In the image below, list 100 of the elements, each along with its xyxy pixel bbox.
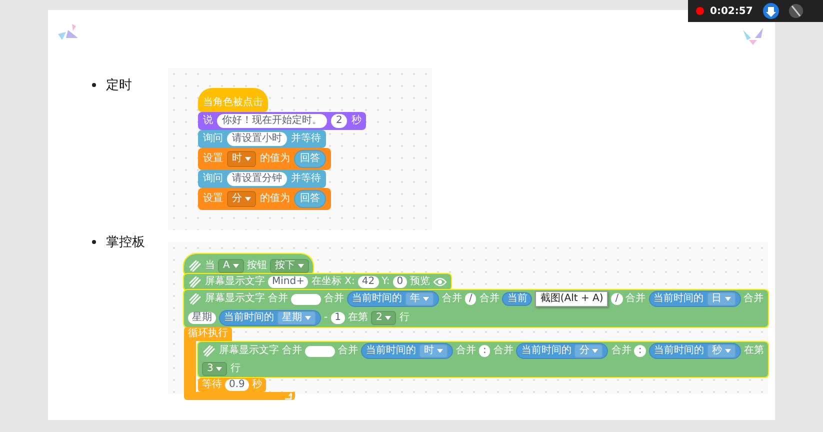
- input-field[interactable]: /: [611, 293, 623, 305]
- eye-icon[interactable]: [433, 277, 448, 287]
- recording-time: 0:02:57: [710, 6, 753, 16]
- caret-icon: [298, 264, 304, 268]
- block-label: 当: [205, 260, 215, 272]
- caret-icon: [245, 197, 251, 201]
- reporter-block[interactable]: 当前时间的 日: [648, 291, 741, 307]
- block-label: -: [324, 312, 328, 324]
- caret-icon: [305, 316, 311, 320]
- block-label: 屏幕显示文字: [205, 293, 265, 305]
- caret-icon: [423, 297, 429, 301]
- input-field[interactable]: 42: [358, 276, 379, 288]
- input-field[interactable]: [291, 294, 321, 304]
- block-label: 屏幕显示文字: [219, 345, 279, 357]
- dropdown[interactable]: 按下: [270, 259, 309, 273]
- input-field[interactable]: 请设置小时: [227, 132, 287, 146]
- block-label: 在坐标 X:: [311, 276, 355, 288]
- dropdown[interactable]: 分: [574, 344, 604, 358]
- caret-icon: [592, 349, 598, 353]
- reporter-block[interactable]: 当前时间的 时: [361, 343, 453, 359]
- reporter-block[interactable]: 回答: [294, 150, 326, 168]
- block-label: 行: [399, 312, 410, 324]
- input-field[interactable]: Mind+: [268, 276, 308, 288]
- dropdown[interactable]: 秒: [706, 344, 736, 358]
- input-field[interactable]: /: [465, 293, 476, 305]
- reporter-block[interactable]: 回答: [294, 190, 326, 208]
- block-label: 秒: [351, 114, 362, 128]
- input-field[interactable]: 0.9: [225, 379, 249, 391]
- bullet-text: 定时: [106, 77, 132, 94]
- caret-icon: [385, 316, 392, 320]
- block-label: 按钮: [246, 260, 267, 272]
- code-block[interactable]: 设置 时 的值为 回答: [198, 148, 331, 170]
- caret-icon: [232, 264, 239, 268]
- block-label: 秒: [252, 379, 262, 391]
- dropdown[interactable]: 时: [227, 151, 256, 167]
- block-label: 当角色被点击: [203, 96, 263, 110]
- block-label: 合并: [479, 293, 500, 305]
- dropdown[interactable]: 3: [202, 362, 228, 376]
- block-label: 屏幕显示文字: [205, 276, 265, 288]
- block-label: Y:: [382, 276, 390, 288]
- code-block[interactable]: 等待 0.9 秒: [198, 378, 266, 392]
- reporter-block[interactable]: 当前时间的 分: [516, 343, 608, 359]
- code-block[interactable]: 屏幕显示文字 合并 合并 当前时间的 时 合并 : 合并 当前时间的 分 合并 : 当前时间的 秒 在第 3 行: [198, 342, 768, 377]
- block-label: 询问: [203, 132, 223, 146]
- block-label: 说: [203, 114, 213, 128]
- bullet-text: 掌控板: [106, 234, 145, 251]
- block-label: 合并: [324, 293, 344, 305]
- input-field[interactable]: 你好！现在开始定时。: [217, 114, 327, 128]
- input-field[interactable]: 请设置分钟: [227, 172, 287, 186]
- dropdown[interactable]: 分: [227, 191, 256, 207]
- block-label: 合并: [282, 345, 302, 357]
- block-label: 合并: [611, 345, 632, 357]
- reporter-block[interactable]: 当前时间的 年: [347, 291, 439, 307]
- reporter-block[interactable]: 当前时间的 星期: [219, 310, 321, 326]
- reporter-block[interactable]: 当前时间的 秒: [648, 343, 741, 359]
- caret-icon: [216, 367, 222, 371]
- block-label: 的值为: [260, 192, 290, 206]
- block-label: 行: [230, 363, 240, 375]
- input-field[interactable]: 星期: [188, 312, 216, 324]
- input-field[interactable]: 1: [330, 312, 345, 324]
- input-field[interactable]: [305, 346, 335, 356]
- input-field[interactable]: :: [479, 345, 490, 357]
- block-label: 合并: [456, 345, 476, 357]
- dropdown[interactable]: 年: [405, 292, 434, 306]
- block-label: 合并: [493, 345, 514, 357]
- dropdown[interactable]: 日: [706, 292, 736, 306]
- tooltip: 截图(Alt + A): [535, 291, 608, 307]
- dropdown[interactable]: 时: [419, 344, 448, 358]
- code-block[interactable]: 当 A 按钮 按下: [184, 254, 313, 274]
- loop-block[interactable]: 循环执行: [184, 327, 232, 341]
- input-field[interactable]: 0: [392, 276, 408, 288]
- block-label: 在第: [348, 312, 368, 324]
- block-label: 并等待: [291, 172, 321, 186]
- input-field[interactable]: 2: [331, 114, 348, 128]
- caret-icon: [437, 349, 443, 353]
- code-block[interactable]: 询问 请设置分钟 并等待: [198, 170, 326, 188]
- block-label: 设置: [203, 152, 223, 166]
- code-block[interactable]: 询问 请设置小时 并等待: [198, 130, 326, 148]
- dropdown[interactable]: 星期: [277, 311, 316, 325]
- block-label: 等待: [202, 379, 222, 391]
- dropdown[interactable]: 2: [370, 311, 396, 325]
- dropdown[interactable]: A: [218, 259, 244, 273]
- record-icon: [696, 7, 704, 15]
- block-label: 合并: [268, 293, 288, 305]
- block-label: 合并: [626, 293, 646, 305]
- code-block[interactable]: 当角色被点击: [198, 88, 268, 112]
- code-block[interactable]: 说 你好！现在开始定时。 2 秒: [198, 112, 366, 130]
- code-block[interactable]: 设置 分 的值为 回答: [198, 188, 331, 210]
- block-label: 并等待: [291, 132, 321, 146]
- bullet-icon: [92, 240, 96, 244]
- code-block[interactable]: 屏幕显示文字 合并 合并 当前时间的 年 合并 / 合并 当前 截图(Alt + A) / 合并 当前时间的 日 合并 星期 当前时间的 星期 - 1 在第 2 行: [184, 290, 768, 327]
- caret-icon: [724, 297, 731, 301]
- block-label: 询问: [203, 172, 223, 186]
- block-label: 预览: [410, 276, 430, 288]
- block-label: 的值为: [260, 152, 290, 166]
- bullet-icon: [92, 83, 96, 87]
- input-field[interactable]: :: [634, 345, 646, 357]
- caret-icon: [724, 349, 731, 353]
- code-block[interactable]: 屏幕显示文字 Mind+ 在坐标 X: 42 Y: 0 预览: [184, 274, 452, 290]
- reporter-block[interactable]: 当前: [502, 292, 532, 306]
